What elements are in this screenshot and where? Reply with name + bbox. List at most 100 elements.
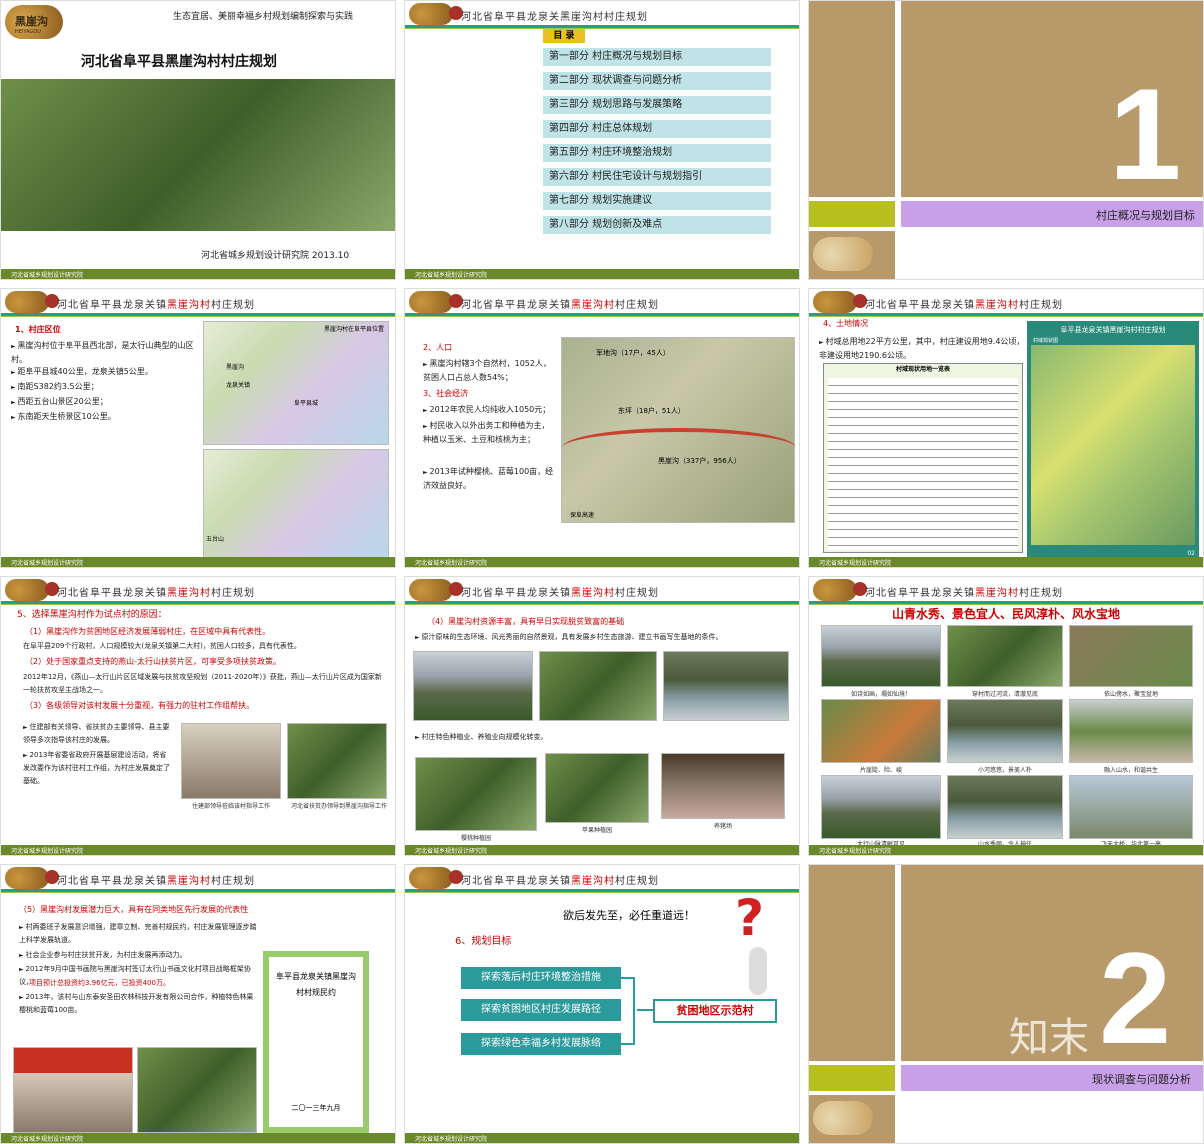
- list-item: 2013年，该村与山东泰安圣田农林科技开发有限公司合作，种植特色林果樱桃和蓝莓1…: [19, 991, 259, 1017]
- reason: （2）处于国家重点支持的燕山-太行山扶贫片区，可享受多项扶贫政策。: [25, 657, 281, 666]
- slide-header: 河北省阜平县龙泉关镇黑崖沟村村庄规划: [1, 289, 395, 317]
- logo-icon: [813, 237, 873, 271]
- list-item: 东南距天生桥景区10公里。: [11, 410, 201, 424]
- region-map[interactable]: 五台山: [203, 449, 389, 559]
- heading: （5）黑崖沟村发展潜力巨大，具有在同类地区先行发展的代表性: [19, 905, 249, 914]
- scenery-photo: [821, 625, 941, 687]
- caption: 住建部领导莅临该村指导工作: [191, 803, 270, 810]
- heading: 2、人口: [423, 343, 453, 352]
- slide-section-2[interactable]: 2 现状调查与问题分析 知末 ID: 1108129977: [808, 864, 1204, 1144]
- goal-box[interactable]: 探索落后村庄环境整治措施: [461, 967, 621, 989]
- slide-location[interactable]: 河北省阜平县龙泉关镇黑崖沟村村庄规划 1、村庄区位 黑崖沟村位于阜平县西北部，是…: [0, 288, 396, 568]
- scenery-photo: [1069, 699, 1193, 763]
- list-item: 2013年试种樱桃、蓝莓100亩，经济效益良好。: [423, 465, 557, 492]
- slide-header: 河北省阜平县龙泉关镇黑崖沟村村庄规划: [809, 577, 1203, 605]
- cover-title: 河北省阜平县黑崖沟村村庄规划: [81, 54, 277, 70]
- village-rules-card[interactable]: 阜平县龙泉关镇黑崖沟村村规民约 二〇一三年九月: [263, 951, 369, 1133]
- goal-box[interactable]: 探索贫困地区村庄发展路径: [461, 999, 621, 1021]
- reason: （1）黑崖沟作为贫困地区经济发展薄弱村庄，在区域中具有代表性。: [25, 627, 271, 636]
- mountain-photo: [413, 651, 533, 721]
- orchard-photo: [137, 1047, 257, 1133]
- slide-cover[interactable]: 黑崖沟 HEIYAGOU 生态宜居、美丽幸福乡村规划编制探索与实践 河北省阜平县…: [0, 0, 396, 280]
- toc-item[interactable]: 第八部分 规划创新及难点: [543, 216, 771, 234]
- list-item: 2012年农民人均纯收入1050元；: [423, 403, 557, 417]
- heading: （4）黑崖沟村资源丰富，具有早日实现脱贫致富的基础: [427, 617, 625, 626]
- section-label: 村庄概况与规划目标: [1096, 209, 1195, 222]
- toc-title: 目 录: [543, 29, 585, 43]
- apple-orchard-photo: [545, 753, 649, 823]
- slogan: 欲后发先至，必任重道远！: [563, 909, 695, 922]
- land-use-table: 村域现状用地一览表: [823, 363, 1023, 553]
- list-item: 社会企业参与村庄扶贫开发，为村庄发展再添动力。: [19, 949, 259, 962]
- list-item: 住建部有关领导、省扶贫办主要领导、县主要领导多次指导该村庄的发展。: [23, 721, 173, 747]
- list-item: 黑崖沟村位于阜平县西北部，是太行山典型的山区村。: [11, 339, 201, 366]
- slide-scenery[interactable]: 河北省阜平县龙泉关镇黑崖沟村村庄规划 山青水秀、景色宜人、民风淳朴、风水宝地 如…: [808, 576, 1204, 856]
- visit-photo: [287, 723, 387, 799]
- village-aerial-map[interactable]: 军地沟（17户，45人） 东坪（18户，51人） 黑崖沟（337户，956人） …: [561, 337, 796, 523]
- toc-item[interactable]: 第四部分 村庄总体规划: [543, 120, 771, 138]
- scenery-photo: [821, 699, 941, 763]
- caption: 河北省扶贫办领导到黑崖沟指导工作: [290, 803, 387, 810]
- logo-sub: HEIYAGOU: [15, 29, 41, 35]
- section-number: 2: [1099, 925, 1172, 1071]
- slide-toc[interactable]: 河北省阜平县龙泉关黑崖沟村村庄规划 目 录 第一部分 村庄概况与规划目标 第二部…: [404, 0, 800, 280]
- scenery-title: 山青水秀、景色宜人、民风淳朴、风水宝地: [891, 607, 1120, 621]
- scenery-photo: [947, 699, 1063, 763]
- goal-box[interactable]: 探索绿色幸福乡村发展脉络: [461, 1033, 621, 1055]
- heading: 6、规划目标: [455, 936, 512, 947]
- slide-goals[interactable]: 河北省阜平县龙泉关镇黑崖沟村村庄规划 欲后发先至，必任重道远！ ? 6、规划目标…: [404, 864, 800, 1144]
- logo-text: 黑崖沟: [15, 15, 48, 28]
- slide-header: 河北省阜平县龙泉关镇黑崖沟村村庄规划: [405, 577, 799, 605]
- toc-item[interactable]: 第六部分 村民住宅设计与规划指引: [543, 168, 771, 186]
- cherry-orchard-photo: [415, 757, 537, 831]
- section-label: 现状调查与问题分析: [1092, 1073, 1191, 1086]
- slide-header: 河北省阜平县龙泉关镇黑崖沟村村庄规划: [1, 577, 395, 605]
- slide-section-1[interactable]: 1 村庄概况与规划目标: [808, 0, 1204, 280]
- land-map[interactable]: 阜平县龙泉关镇黑崖沟村村庄规划 村域现状图 02: [1027, 321, 1199, 559]
- signing-ceremony-photo: [13, 1047, 133, 1133]
- reason-text: 2012年12月，《燕山—太行山片区区域发展与扶贫攻坚规划（2011-2020年…: [23, 673, 382, 694]
- pig-farm-photo: [661, 753, 785, 819]
- county-map[interactable]: 黑崖沟村在阜平县位置 黑崖沟 龙泉关镇 阜平县城: [203, 321, 389, 445]
- heading: 3、社会经济: [423, 389, 469, 398]
- caption: 樱桃种植园: [460, 835, 491, 842]
- list-item: 2013年省委省政府开展基层建设活动，将省发改委作为该村驻村工作组，为村庄发展奠…: [23, 749, 173, 788]
- watermark-logo: 知末: [1009, 1015, 1089, 1061]
- toc-item[interactable]: 第五部分 村庄环境整治规划: [543, 144, 771, 162]
- slide-header: 河北省阜平县龙泉关黑崖沟村村庄规划: [405, 1, 799, 29]
- logo-icon: [813, 1101, 873, 1135]
- toc-item[interactable]: 第二部分 现状调查与问题分析: [543, 72, 771, 90]
- list-item: 南距S382约3.5公里；: [11, 380, 201, 394]
- footer: 河北省城乡规划设计研究院: [1, 269, 395, 279]
- toc-item[interactable]: 第一部分 村庄概况与规划目标: [543, 48, 771, 66]
- list-item: 村庄特色种植业、养殖业向规模化转变。: [415, 731, 548, 744]
- toc-item[interactable]: 第三部分 规划思路与发展策略: [543, 96, 771, 114]
- caption: 养猪场: [713, 823, 732, 830]
- slide-reasons[interactable]: 河北省阜平县龙泉关镇黑崖沟村村庄规划 5、选择黑崖沟村作为试点村的原因： （1）…: [0, 576, 396, 856]
- slide-header: 河北省阜平县龙泉关镇黑崖沟村村庄规划: [1, 865, 395, 893]
- list-item: 原汁原味的生态环境、风光秀丽的自然景观，具有发展乡村生态旅游、建立书画写生基地的…: [415, 631, 723, 644]
- list-item: 距阜平县城40公里，龙泉关镇5公里。: [11, 365, 201, 379]
- slide-header: 河北省阜平县龙泉关镇黑崖沟村村庄规划: [405, 289, 799, 317]
- scenery-photo: [1069, 775, 1193, 839]
- valley-photo: [539, 651, 657, 721]
- caption: 苹果种植园: [581, 827, 612, 834]
- list-item: 项目预计总投资约3.96亿元，已投资400万。: [29, 979, 170, 987]
- village-photo: [1, 79, 395, 231]
- toc-item[interactable]: 第七部分 规划实施建议: [543, 192, 771, 210]
- result-box[interactable]: 贫困地区示范村: [653, 999, 777, 1023]
- slide-population[interactable]: 河北省阜平县龙泉关镇黑崖沟村村庄规划 2、人口 黑崖沟村辖3个自然村，1052人…: [404, 288, 800, 568]
- meeting-photo: [181, 723, 281, 799]
- list-item: 黑崖沟村辖3个自然村，1052人，贫困人口占总人数54%；: [423, 357, 557, 384]
- cover-subtitle: 生态宜居、美丽幸福乡村规划编制探索与实践: [173, 12, 354, 22]
- scenery-photo: [821, 775, 941, 839]
- cover-org: 河北省城乡规划设计研究院 2013.10: [201, 251, 350, 261]
- watermark-id: ID: 1108129977: [967, 1099, 1161, 1127]
- reason-text: 在阜平县209个行政村，人口规模较大(龙泉关镇第二大村)，贫困人口较多，具有代表…: [23, 642, 301, 650]
- land-text: 村域总用地22平方公里，其中，村庄建设用地9.4公顷，非建设用地2190.6公顷…: [819, 335, 1031, 362]
- question-mark-icon: ?: [735, 889, 765, 947]
- slide-resources[interactable]: 河北省阜平县龙泉关镇黑崖沟村村庄规划 （4）黑崖沟村资源丰富，具有早日实现脱贫致…: [404, 576, 800, 856]
- slide-land[interactable]: 河北省阜平县龙泉关镇黑崖沟村村庄规划 4、土地情况 村域总用地22平方公里，其中…: [808, 288, 1204, 568]
- slide-potential[interactable]: 河北省阜平县龙泉关镇黑崖沟村村庄规划 （5）黑崖沟村发展潜力巨大，具有在同类地区…: [0, 864, 396, 1144]
- list-item: 村两委班子发展意识增强，建章立制、完善村规民约，村庄发展管理逐步踏上科学发展轨道…: [19, 921, 259, 947]
